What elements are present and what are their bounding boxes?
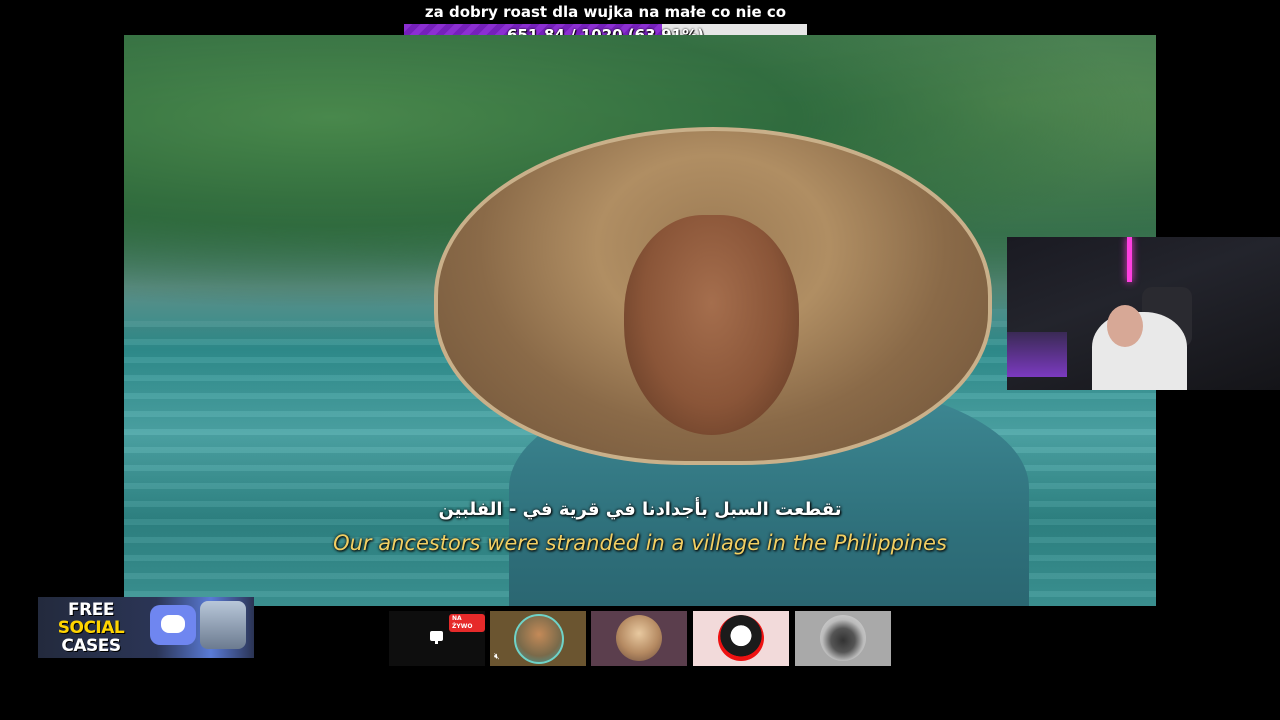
webcam-monitor [1007,332,1067,377]
avatar [718,615,764,661]
discord-icon [150,605,196,645]
avatar [514,614,564,664]
participant-tile-screen-share[interactable]: NA ŻYWO [389,611,485,666]
robot-icon [200,601,246,649]
donation-goal-title: za dobry roast dla wujka na małe co nie … [424,3,787,21]
video-player[interactable] [124,35,1156,606]
participant-tile-4[interactable] [795,611,891,666]
mute-icon: 🔇︎ [494,652,500,662]
promo-line-2: SOCIAL [57,618,125,638]
webcam-streamer-head [1107,305,1143,347]
promo-banner[interactable]: FREE SOCIAL CASES [38,597,254,658]
live-badge: NA ŻYWO [449,614,485,632]
discord-face-icon [161,615,185,633]
person-face [624,215,799,435]
webcam-neon-light [1127,237,1132,282]
avatar [616,615,662,661]
promo-line-3: CASES [61,636,121,656]
promo-line-1: FREE [68,600,114,620]
participant-tile-3-active[interactable] [693,611,789,666]
subtitle-arabic: تقطعت السبل بأجدادنا في قرية في - الفلبي… [438,499,842,520]
participant-tile-2[interactable] [591,611,687,666]
streamer-webcam [1007,237,1280,390]
monitor-icon [430,631,443,644]
participant-tile-1[interactable]: 🔇︎ [490,611,586,666]
avatar [820,615,866,661]
subtitle-english: Our ancestors were stranded in a village… [333,531,947,555]
